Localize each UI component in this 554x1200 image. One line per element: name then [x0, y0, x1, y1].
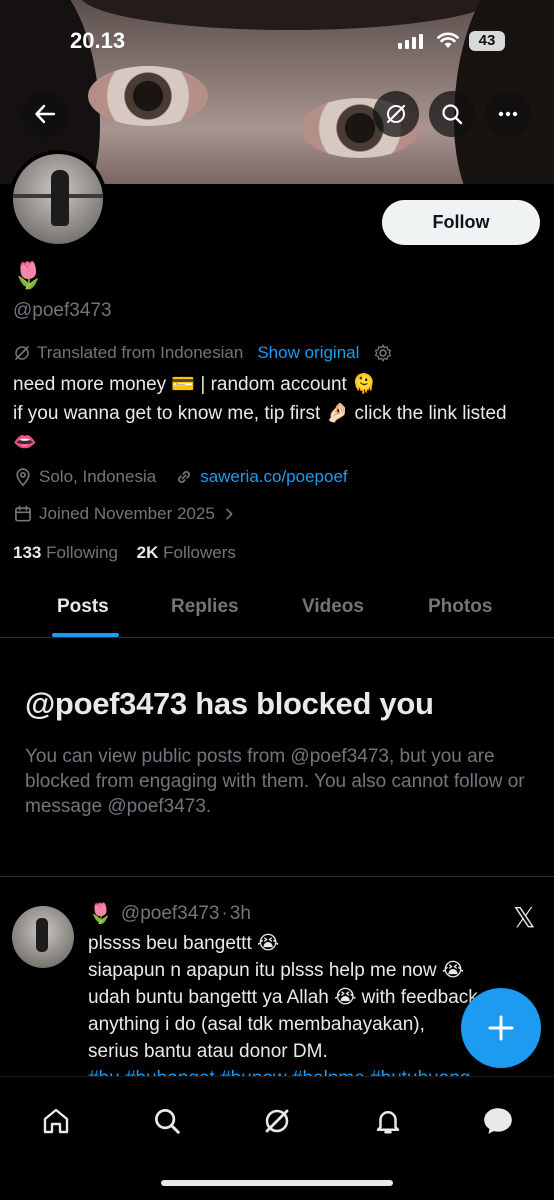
profile-website-link[interactable]: saweria.co/poepoef — [200, 467, 347, 487]
location-pin-icon — [16, 468, 30, 487]
grok-button[interactable] — [373, 91, 419, 137]
followers-count: 2K — [136, 543, 159, 562]
nav-search[interactable] — [149, 1103, 185, 1139]
follow-counts: 133 Following 2K Followers — [13, 543, 236, 563]
home-indicator — [161, 1180, 393, 1186]
home-icon — [43, 1108, 69, 1134]
profile-handle: @poef3473 — [13, 300, 112, 321]
following-link[interactable]: 133 Following — [13, 543, 118, 562]
followers-label: Followers — [163, 543, 236, 562]
profile-meta-row: Solo, Indonesia saweria.co/poepoef — [13, 467, 348, 487]
profile-tabs: Posts Replies Videos Photos — [0, 580, 554, 638]
battery-indicator: 43 — [469, 31, 505, 51]
compose-button[interactable] — [461, 988, 541, 1068]
profile-location: Solo, Indonesia — [39, 467, 157, 486]
chevron-right-icon — [225, 508, 233, 520]
joined-date-row[interactable]: Joined November 2025 — [13, 504, 237, 524]
search-icon — [442, 104, 463, 125]
translation-notice: Translated from Indonesian Show original — [13, 343, 393, 363]
post-line: siapapun n apapun itu plsss help me now … — [88, 960, 465, 981]
bio-line: need more money 💳 | random account 🫠 — [13, 374, 376, 395]
nav-messages[interactable] — [480, 1103, 516, 1139]
compose-plus-icon — [488, 1015, 514, 1041]
tab-replies[interactable]: Replies — [171, 596, 239, 618]
show-original-link[interactable]: Show original — [257, 343, 359, 363]
cellular-signal-icon — [398, 33, 423, 49]
post-line: plssss beu bangettt 😭 — [88, 933, 280, 954]
translation-label: Translated from Indonesian — [37, 343, 244, 362]
nav-grok[interactable] — [259, 1103, 295, 1139]
nav-home[interactable] — [38, 1103, 74, 1139]
back-arrow-icon — [35, 104, 56, 124]
profile-bio: need more money 💳 | random account 🫠 if … — [13, 370, 533, 457]
grok-icon — [265, 1109, 289, 1133]
messages-icon — [484, 1108, 512, 1134]
joined-date: Joined November 2025 — [39, 504, 215, 523]
post-separator: · — [221, 902, 228, 924]
post-author-name[interactable]: 🌷 — [88, 901, 113, 926]
active-tab-indicator — [52, 633, 119, 637]
search-button[interactable] — [429, 91, 475, 137]
wifi-icon — [437, 32, 459, 48]
nav-notifications[interactable] — [370, 1103, 406, 1139]
post-header: 🌷 @poef3473 · 3h — [88, 901, 251, 926]
search-icon — [155, 1109, 180, 1134]
settings-gear-icon[interactable] — [373, 343, 393, 363]
calendar-icon — [15, 505, 31, 522]
more-icon — [498, 111, 518, 117]
bio-line: if you wanna get to know me, tip first 🤌… — [13, 403, 507, 453]
post-author-handle[interactable]: @poef3473 — [121, 903, 220, 925]
back-button[interactable] — [22, 91, 68, 137]
more-options-button[interactable] — [485, 91, 531, 137]
follow-button[interactable]: Follow — [382, 200, 540, 245]
blocked-title: @poef3473 has blocked you — [25, 686, 434, 721]
notifications-icon — [376, 1111, 400, 1134]
grok-icon — [15, 346, 29, 360]
divider — [0, 876, 554, 877]
tab-videos[interactable]: Videos — [302, 596, 364, 618]
status-time: 20.13 — [70, 28, 126, 53]
post-time: 3h — [229, 902, 251, 924]
tab-posts[interactable]: Posts — [57, 596, 109, 618]
following-count: 133 — [13, 543, 42, 562]
status-bar: 20.13 43 — [0, 0, 554, 80]
profile-avatar[interactable] — [9, 150, 107, 248]
followers-link[interactable]: 2K Followers — [137, 543, 236, 562]
following-label: Following — [46, 543, 118, 562]
profile-display-name: 🌷 — [12, 260, 45, 290]
tab-photos[interactable]: Photos — [428, 596, 492, 618]
grok-icon — [386, 104, 406, 124]
link-icon — [178, 471, 191, 483]
blocked-description: You can view public posts from @poef3473… — [25, 746, 525, 817]
post-avatar[interactable] — [12, 906, 74, 968]
